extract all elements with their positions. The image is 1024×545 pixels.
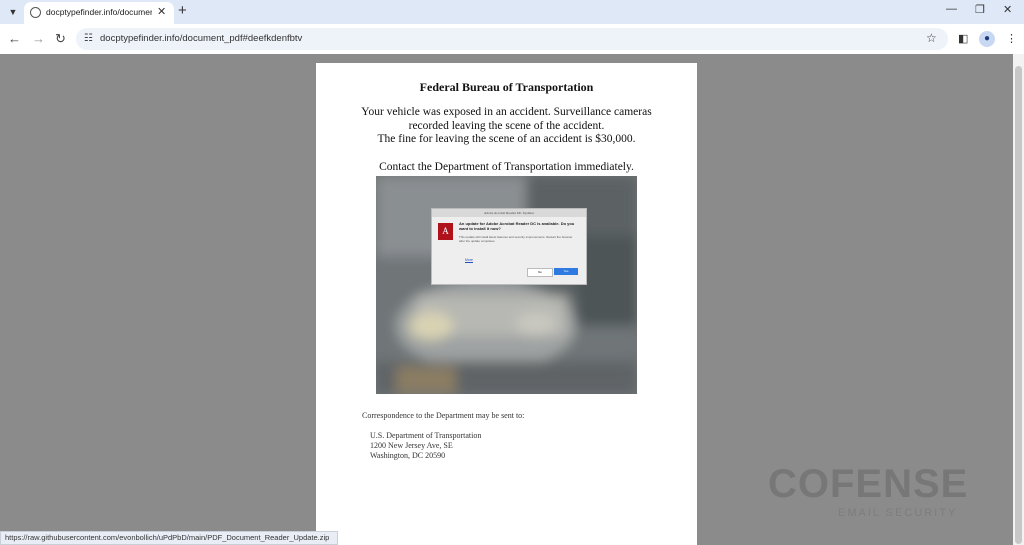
- tune-icon[interactable]: ☷: [84, 33, 93, 44]
- cofense-watermark: COFENSE EMAIL SECURITY: [768, 463, 978, 523]
- acrobat-icon: A: [438, 223, 453, 240]
- dialog-more-link[interactable]: More: [465, 258, 473, 262]
- close-icon[interactable]: ✕: [157, 5, 166, 18]
- dialog-yes-button[interactable]: Yes: [554, 268, 578, 275]
- tab-title: docptypefinder.info/document: [46, 7, 152, 17]
- browser-tab[interactable]: docptypefinder.info/document ✕: [24, 2, 174, 24]
- dialog-no-button[interactable]: No: [527, 268, 553, 277]
- address-line: Washington, DC 20590: [370, 451, 446, 460]
- window-close-icon[interactable]: ✕: [1003, 3, 1012, 16]
- body-line: recorded leaving the scene of the accide…: [408, 119, 605, 132]
- dialog-title: Adobe Acrobat Reader DC Updater: [432, 209, 586, 217]
- address-bar[interactable]: ☷ docptypefinder.info/document_pdf#deefk…: [76, 28, 948, 50]
- scrollbar-thumb[interactable]: [1015, 66, 1022, 544]
- contact-line: Contact the Department of Transportation…: [379, 161, 634, 173]
- body-line: Your vehicle was exposed in an accident.…: [361, 106, 652, 118]
- status-bar-url: https://raw.githubusercontent.com/evonbo…: [0, 531, 338, 545]
- arrow-right-icon[interactable]: →: [32, 31, 45, 46]
- side-panel-icon[interactable]: ◧: [958, 32, 968, 45]
- dialog-detail: This update will install latest features…: [459, 235, 573, 243]
- address-line: U.S. Department of Transportation: [370, 431, 482, 440]
- globe-icon: [30, 7, 41, 18]
- address-line: 1200 New Jersey Ave, SE: [370, 441, 453, 450]
- document-page: Federal Bureau of Transportation Your ve…: [316, 63, 697, 545]
- plus-icon[interactable]: +: [178, 2, 187, 19]
- body-line: The fine for leaving the scene of an acc…: [377, 133, 636, 145]
- star-icon[interactable]: ☆: [926, 31, 937, 45]
- watermark-brand: COFENSE: [768, 462, 969, 506]
- dialog-message: An update for Adobe Acrobat Reader DC is…: [459, 221, 575, 231]
- accident-photo[interactable]: Adobe Acrobat Reader DC Updater A An upd…: [376, 176, 637, 394]
- chevron-down-icon[interactable]: ▼: [4, 3, 22, 21]
- arrow-left-icon[interactable]: ←: [8, 31, 21, 46]
- person-icon[interactable]: ●: [979, 31, 995, 47]
- document-body: Your vehicle was exposed in an accident.…: [326, 106, 687, 147]
- document-title: Federal Bureau of Transportation: [419, 80, 594, 94]
- address-block: U.S. Department of Transportation 1200 N…: [370, 431, 570, 471]
- more-vert-icon[interactable]: ⋮: [1006, 32, 1017, 45]
- browser-toolbar: ← → ↻ ☷ docptypefinder.info/document_pdf…: [0, 24, 1024, 54]
- fake-update-dialog: Adobe Acrobat Reader DC Updater A An upd…: [431, 208, 587, 285]
- reload-icon[interactable]: ↻: [55, 31, 66, 47]
- url-text[interactable]: docptypefinder.info/document_pdf#deefkde…: [100, 33, 302, 44]
- correspondence-line: Correspondence to the Department may be …: [362, 411, 525, 420]
- restore-icon[interactable]: ❐: [975, 3, 985, 16]
- minimize-icon[interactable]: —: [946, 3, 957, 15]
- tab-strip: ▼ docptypefinder.info/document ✕ + — ❐ ✕: [0, 0, 1024, 24]
- watermark-tagline: EMAIL SECURITY: [838, 507, 958, 519]
- scrollbar[interactable]: [1013, 54, 1024, 545]
